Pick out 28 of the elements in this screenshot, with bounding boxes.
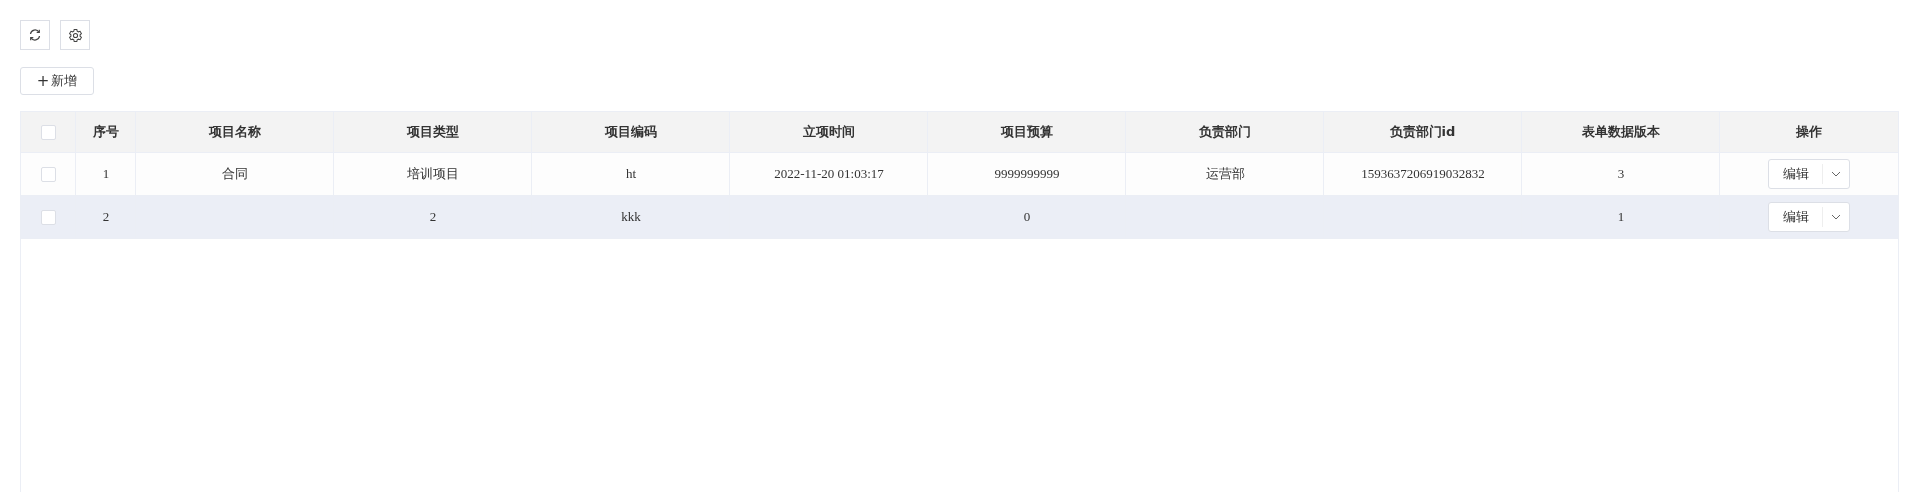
- table-cell-text: 1: [1616, 208, 1626, 226]
- table-cell-text: 培训项目: [406, 165, 460, 183]
- table-cell-text: kkk: [620, 208, 642, 226]
- table-cell-text: 2: [428, 208, 438, 226]
- table-cell-text: 1593637206919032832: [1360, 165, 1486, 183]
- table-cell-text: ht: [624, 165, 638, 183]
- table-cell-text: 2: [101, 208, 111, 226]
- checkbox[interactable]: [41, 209, 56, 225]
- checkbox[interactable]: [41, 166, 56, 182]
- checkbox[interactable]: [40, 124, 56, 140]
- edit-button[interactable]: 编辑: [1769, 207, 1823, 227]
- table-row[interactable]: 2 2 kkk 0 1 编辑: [21, 196, 1898, 239]
- add-button[interactable]: +新增: [20, 67, 94, 95]
- table-cell-text: 3: [1616, 165, 1626, 183]
- refresh-icon: [28, 28, 42, 42]
- edit-button[interactable]: 编辑: [1769, 164, 1823, 184]
- table-row[interactable]: 1 合同 培训项目 ht 2022-11-20 01:03:17 9999999999 运营部 1593637206919032832 3 编辑: [21, 153, 1898, 196]
- table-cell-text: 0: [1022, 208, 1032, 226]
- settings-button[interactable]: [60, 20, 90, 50]
- refresh-button[interactable]: [20, 20, 50, 50]
- settings-icon: [67, 27, 83, 43]
- table-cell-text: 2022-11-20 01:03:17: [773, 165, 885, 183]
- table-cell-text: 运营部: [1204, 165, 1246, 183]
- table-cell-text: 9999999999: [993, 165, 1061, 183]
- caret-icon: [1831, 171, 1841, 177]
- caret-icon: [1831, 214, 1841, 220]
- table-cell-text: 1: [101, 165, 111, 183]
- table-cell-text: 合同: [221, 165, 249, 183]
